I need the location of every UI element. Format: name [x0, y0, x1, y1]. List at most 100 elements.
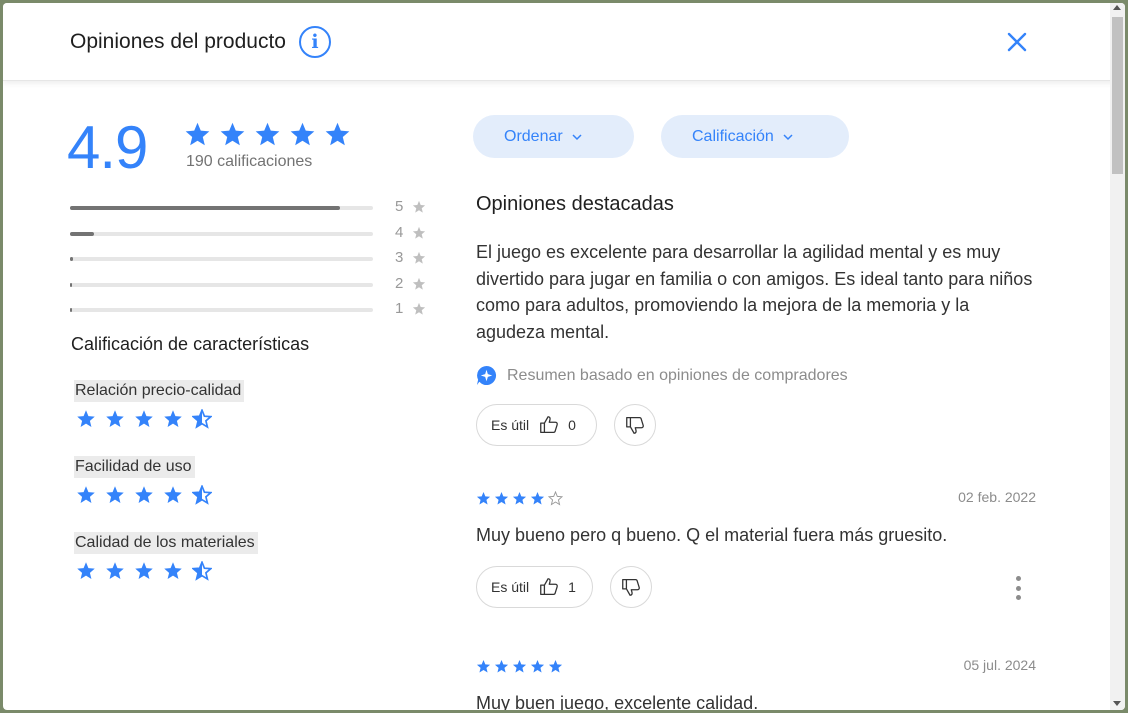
sort-label: Ordenar: [504, 127, 563, 145]
star-icon: [412, 277, 426, 290]
star-icon: [412, 251, 426, 264]
star-half-icon: [192, 409, 212, 429]
star-icon: [106, 562, 124, 579]
rating-bar-fill: [70, 257, 73, 261]
star-icon: [530, 491, 545, 505]
ai-note: Resumen basado en opiniones de comprador…: [476, 365, 848, 386]
star-icon: [290, 122, 315, 146]
star-icon: [185, 122, 210, 146]
average-rating: 4.9: [67, 114, 148, 181]
modal-header: Opiniones del producto i: [3, 3, 1125, 81]
feature-label: Relación precio-calidad: [74, 380, 245, 402]
feature-stars: [76, 561, 258, 581]
rating-bar-track: [70, 206, 373, 210]
chevron-down-icon: [783, 133, 793, 140]
chevron-down-icon: [572, 133, 582, 140]
star-icon: [325, 122, 350, 146]
rating-bar-track: [70, 257, 373, 261]
ai-note-text: Resumen basado en opiniones de comprador…: [507, 366, 848, 384]
star-icon: [530, 659, 545, 673]
rating-bar-fill: [70, 308, 72, 312]
star-icon: [164, 486, 182, 503]
star-icon: [412, 226, 426, 239]
rating-filter-button[interactable]: Calificación: [661, 115, 849, 158]
thumbs-down-icon: [626, 417, 644, 434]
star-icon: [135, 562, 153, 579]
rating-bar-row: 3: [67, 248, 447, 274]
rating-bar-label: 3: [395, 249, 404, 266]
rating-bar-fill: [70, 231, 94, 236]
thumbs-down-icon: [622, 579, 640, 596]
useful-button[interactable]: Es útil 1: [476, 566, 593, 608]
star-empty-icon: [548, 491, 563, 506]
reviews-modal: Opiniones del producto i 4.9 190 calific…: [3, 3, 1125, 710]
star-icon: [106, 410, 124, 427]
features-title: Calificación de características: [71, 334, 310, 354]
thumbs-up-icon: [540, 416, 559, 433]
modal-title: Opiniones del producto: [70, 29, 286, 53]
rating-bar-label: 5: [395, 198, 404, 215]
review-text: Muy bueno pero q bueno. Q el material fu…: [476, 525, 948, 545]
star-half-icon: [192, 561, 212, 581]
rating-bar-label: 4: [395, 223, 404, 241]
feature-stars: [76, 485, 212, 505]
sort-button[interactable]: Ordenar: [473, 115, 634, 158]
useful-count: 1: [568, 579, 576, 595]
featured-title: Opiniones destacadas: [476, 193, 674, 215]
star-icon: [494, 659, 509, 673]
not-useful-button[interactable]: [614, 404, 656, 446]
star-icon: [512, 491, 527, 505]
star-icon: [476, 491, 491, 505]
thumbs-up-icon: [540, 578, 559, 595]
review-date: 02 feb. 2022: [958, 489, 1036, 505]
rating-bar-row: 4: [67, 223, 447, 249]
review-stars: [476, 659, 563, 674]
rating-bar-fill: [70, 206, 340, 210]
rating-filter-label: Calificación: [692, 127, 774, 145]
star-icon: [494, 491, 509, 505]
rating-bar-fill: [70, 282, 72, 287]
rating-bar-track: [70, 282, 373, 287]
not-useful-button[interactable]: [610, 566, 652, 608]
star-icon: [77, 486, 95, 503]
star-icon: [77, 562, 95, 579]
feature-stars: [76, 409, 244, 429]
rating-bar-label: 2: [395, 274, 404, 292]
rating-distribution: 5 4 3 2 1: [67, 197, 447, 325]
ratings-count: 190 calificaciones: [186, 153, 313, 170]
star-icon: [106, 486, 124, 503]
star-icon: [412, 302, 426, 315]
scroll-thumb[interactable]: [1112, 17, 1123, 174]
useful-count: 0: [568, 417, 576, 433]
scroll-up-icon[interactable]: [1113, 5, 1121, 10]
more-options-icon[interactable]: [1013, 576, 1023, 600]
star-icon: [164, 562, 182, 579]
star-icon: [135, 410, 153, 427]
feature-item: Calidad de los materiales: [74, 532, 258, 581]
feature-item: Facilidad de uso: [74, 456, 212, 505]
rating-bar-track: [70, 308, 373, 312]
rating-bar-track: [70, 231, 373, 236]
star-icon: [255, 122, 280, 146]
feature-item: Relación precio-calidad: [74, 380, 245, 429]
star-icon: [412, 200, 426, 213]
useful-button[interactable]: Es útil 0: [476, 404, 597, 446]
scroll-down-icon[interactable]: [1113, 701, 1121, 706]
star-half-icon: [192, 485, 212, 505]
close-icon[interactable]: [1006, 31, 1028, 53]
star-icon: [512, 659, 527, 673]
review-text: Muy buen juego, excelente calidad.: [476, 693, 759, 710]
rating-bar-row: 2: [67, 274, 447, 300]
useful-label: Es útil: [491, 579, 530, 595]
ai-summary-text: El juego es excelente para desarrollar l…: [476, 242, 1033, 342]
scrollbar[interactable]: [1110, 3, 1125, 710]
feature-label: Calidad de los materiales: [74, 532, 258, 554]
star-icon: [77, 410, 95, 427]
info-icon[interactable]: i: [298, 25, 331, 58]
star-icon: [135, 486, 153, 503]
rating-bar-row: 5: [67, 197, 447, 223]
feature-label: Facilidad de uso: [74, 456, 195, 478]
star-icon: [220, 122, 245, 146]
useful-label: Es útil: [491, 417, 530, 433]
review-stars: [476, 491, 563, 506]
